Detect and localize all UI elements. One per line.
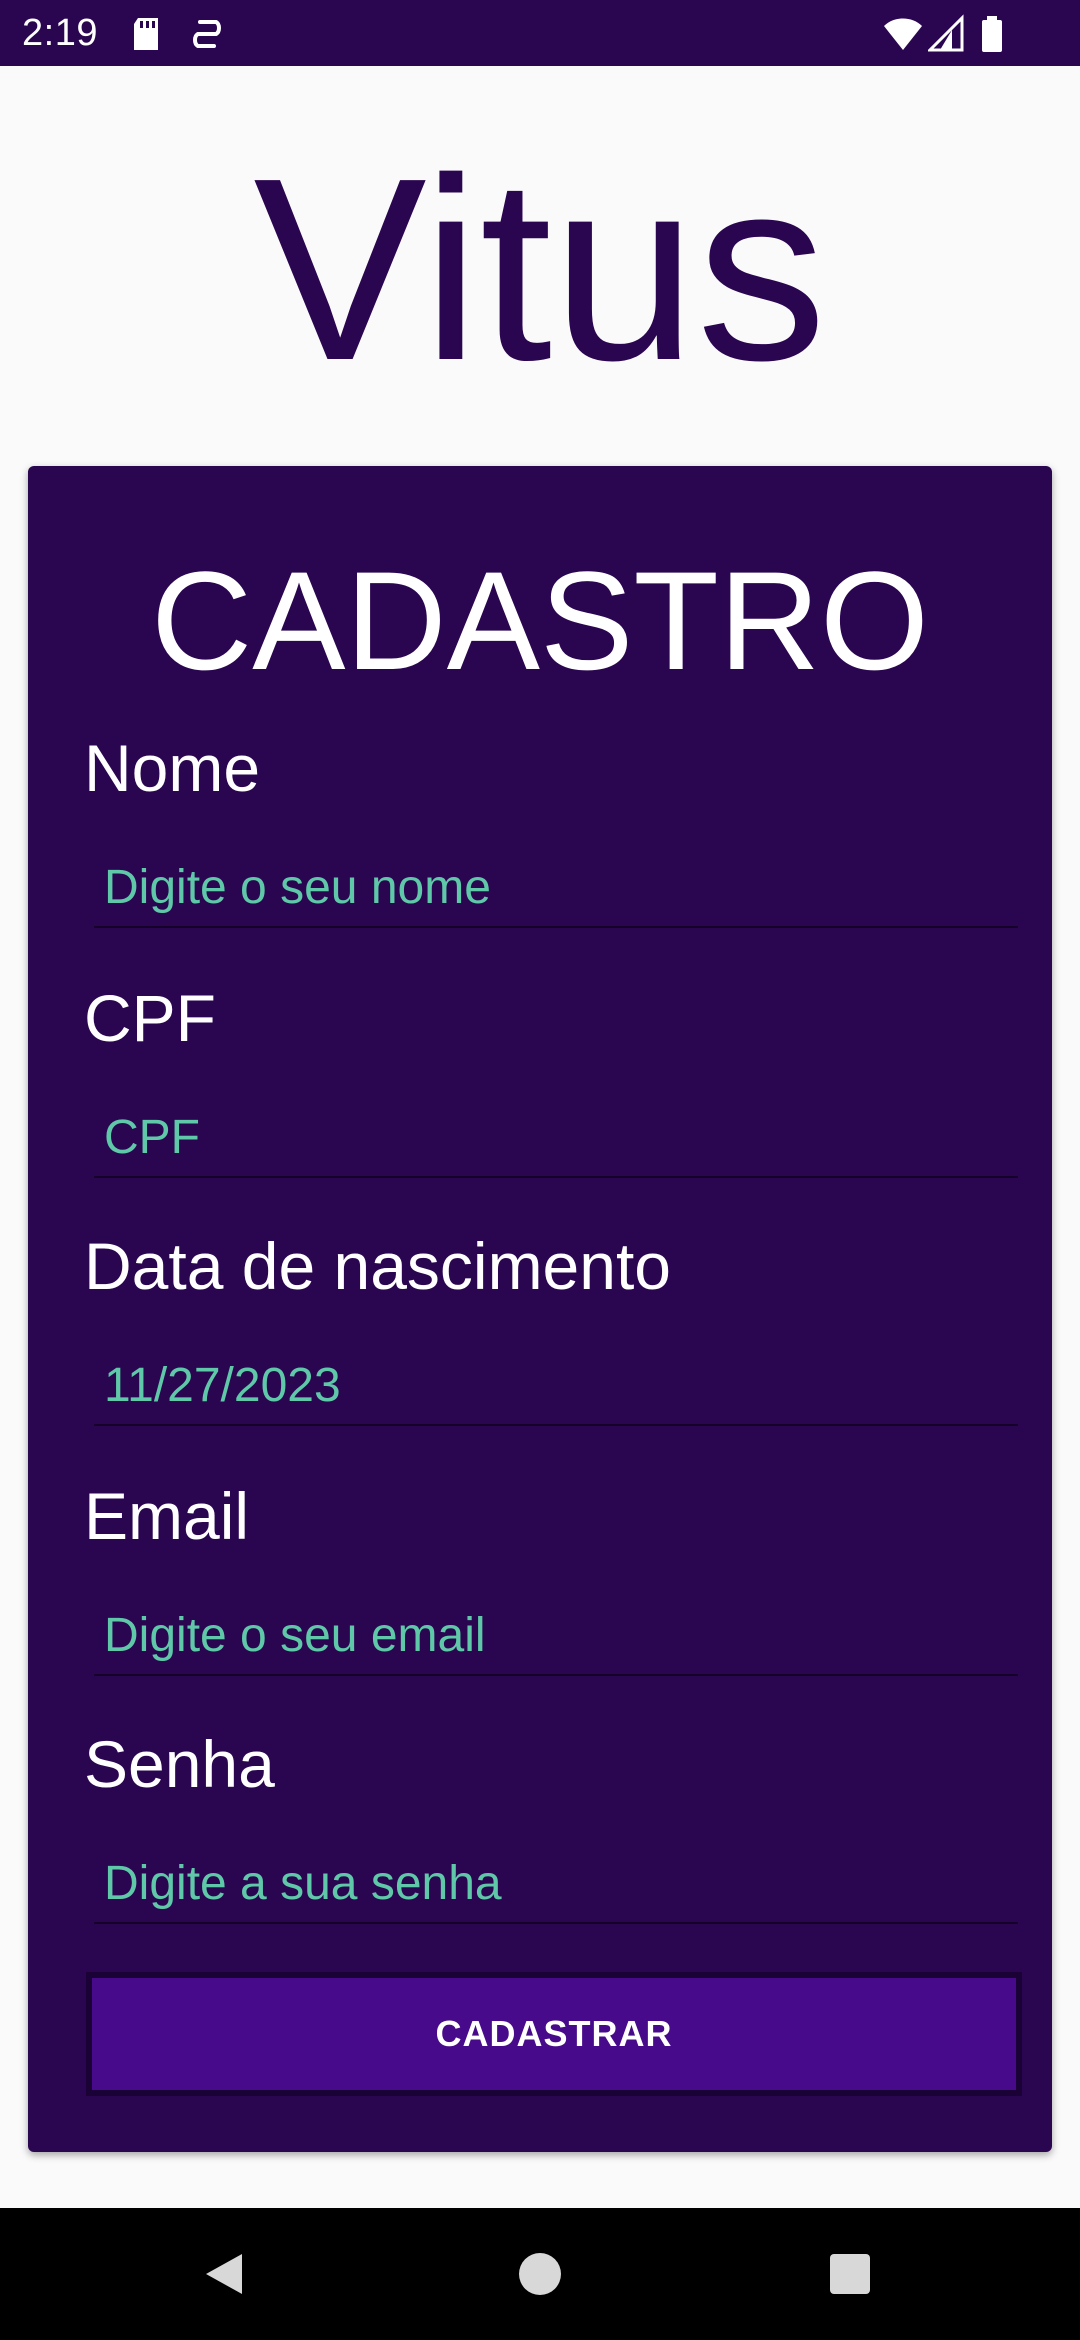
back-icon[interactable] bbox=[200, 2250, 248, 2298]
status-time: 2:19 bbox=[22, 12, 98, 54]
birthdate-input[interactable]: 11/27/2023 bbox=[94, 1356, 1018, 1426]
registration-card: CADASTRO Nome Digite o seu nome CPF CPF … bbox=[28, 466, 1052, 2152]
battery-icon bbox=[982, 16, 1002, 52]
wifi-icon bbox=[884, 18, 922, 50]
name-input[interactable]: Digite o seu nome bbox=[94, 858, 1018, 928]
cpf-input[interactable]: CPF bbox=[94, 1108, 1018, 1178]
password-label: Senha bbox=[84, 1727, 275, 1801]
navigation-bar bbox=[0, 2208, 1080, 2340]
status-bar: 2:19 bbox=[0, 0, 1080, 66]
password-input[interactable]: Digite a sua senha bbox=[94, 1854, 1018, 1924]
signal-icon bbox=[928, 14, 964, 52]
cpf-label: CPF bbox=[84, 981, 216, 1055]
email-input[interactable]: Digite o seu email bbox=[94, 1606, 1018, 1676]
screen: 2:19 Vitus CADASTRO Nome Digite o seu no… bbox=[0, 0, 1080, 2340]
birthdate-label: Data de nascimento bbox=[84, 1229, 672, 1303]
sd-card-icon bbox=[134, 18, 158, 50]
app-title: Vitus bbox=[253, 125, 827, 415]
home-icon[interactable] bbox=[518, 2250, 562, 2298]
register-button[interactable]: CADASTRAR bbox=[86, 1972, 1022, 2096]
sync-icon bbox=[193, 20, 221, 48]
form-title: CADASTRO bbox=[151, 542, 929, 699]
recents-icon[interactable] bbox=[828, 2250, 872, 2298]
name-label: Nome bbox=[84, 731, 261, 805]
email-label: Email bbox=[84, 1479, 250, 1553]
